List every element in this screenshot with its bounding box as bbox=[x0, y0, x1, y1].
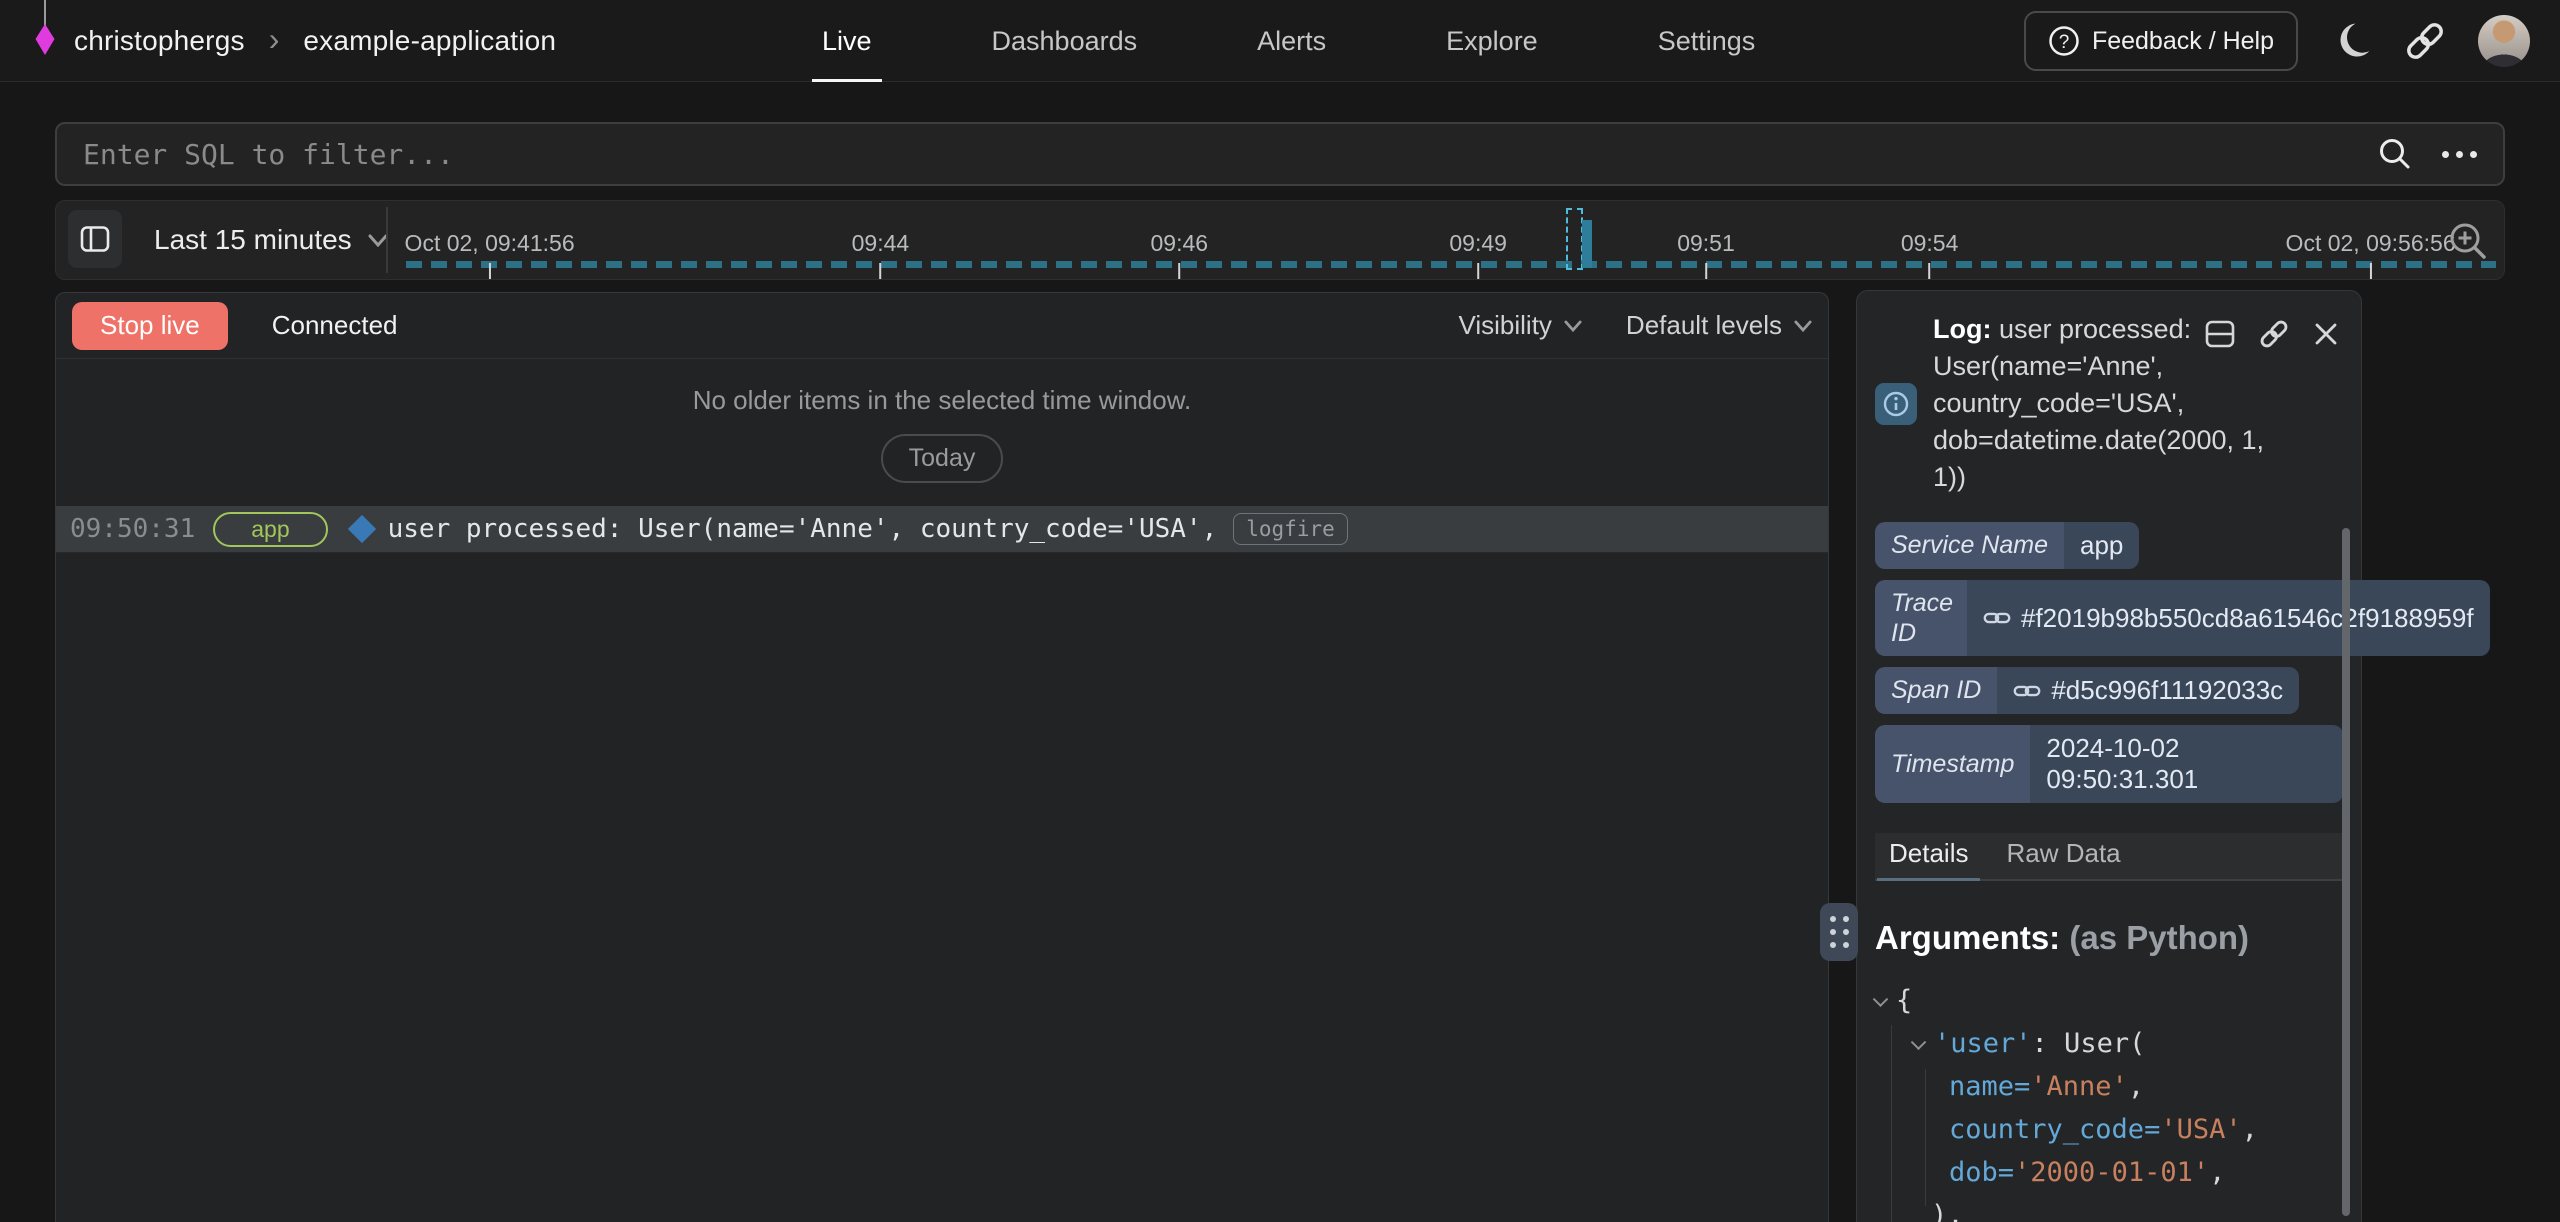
time-range-dropdown[interactable]: Last 15 minutes bbox=[154, 201, 388, 279]
arguments-heading: Arguments: (as Python) bbox=[1875, 919, 2343, 957]
sql-filter-bar bbox=[55, 122, 2505, 186]
breadcrumb-project[interactable]: example-application bbox=[303, 25, 556, 57]
detail-badges: Service Name app Trace ID #f2019b98b550c… bbox=[1875, 522, 2343, 803]
timeline-plot[interactable]: Oct 02, 09:41:56 09:44 09:46 09:49 09:51… bbox=[406, 201, 2496, 279]
link-icon[interactable] bbox=[1983, 608, 2011, 628]
header-actions: ? Feedback / Help bbox=[2024, 0, 2530, 82]
log-level-diamond-icon bbox=[347, 515, 375, 543]
panel-resize-handle[interactable] bbox=[1820, 903, 1858, 961]
arguments-code: { 'user': User( name='Anne', country_cod… bbox=[1875, 979, 2343, 1222]
timeline-tick: 09:44 bbox=[852, 230, 910, 279]
zoom-in-icon[interactable] bbox=[2446, 219, 2490, 263]
tab-dashboards[interactable]: Dashboards bbox=[982, 0, 1148, 82]
timeline-tick: 09:46 bbox=[1151, 230, 1209, 279]
sql-filter-input[interactable] bbox=[57, 138, 2376, 171]
timeline-tick: 09:49 bbox=[1449, 230, 1507, 279]
timestamp-badge: Timestamp 2024-10-02 09:50:31.301 bbox=[1875, 725, 2343, 803]
timeline-bar: Last 15 minutes Oct 02, 09:41:56 09:44 0… bbox=[55, 200, 2505, 280]
timeline-tick: 09:54 bbox=[1901, 230, 1959, 279]
empty-message: No older items in the selected time wind… bbox=[56, 385, 1828, 416]
service-tag-badge[interactable]: app bbox=[213, 512, 327, 547]
timeline-activity-spike[interactable] bbox=[1566, 206, 1600, 270]
log-timestamp: 09:50:31 bbox=[70, 514, 195, 544]
time-range-label: Last 15 minutes bbox=[154, 224, 352, 256]
question-circle-icon: ? bbox=[2048, 25, 2080, 57]
timeline-selection-box bbox=[1566, 208, 1583, 270]
empty-state: No older items in the selected time wind… bbox=[56, 359, 1828, 505]
share-link-icon[interactable] bbox=[2402, 18, 2448, 64]
log-row[interactable]: 09:50:31 app user processed: User(name='… bbox=[56, 505, 1828, 553]
open-split-view-icon[interactable] bbox=[2205, 320, 2235, 348]
timeline-tick: Oct 02, 09:41:56 bbox=[405, 230, 575, 279]
dark-mode-moon-icon[interactable] bbox=[2328, 19, 2372, 63]
stop-live-button[interactable]: Stop live bbox=[72, 302, 228, 350]
app-header: christophergs › example-application Live… bbox=[0, 0, 2560, 82]
link-icon[interactable] bbox=[2013, 681, 2041, 701]
today-button[interactable]: Today bbox=[881, 434, 1004, 483]
search-icon[interactable] bbox=[2376, 135, 2414, 173]
chevron-down-icon bbox=[1794, 320, 1812, 332]
detail-header: Log: user processed: User(name='Anne', c… bbox=[1857, 291, 2361, 496]
default-levels-dropdown[interactable]: Default levels bbox=[1626, 310, 1812, 341]
more-options-icon[interactable] bbox=[2442, 151, 2477, 158]
connection-status: Connected bbox=[272, 310, 398, 341]
visibility-dropdown[interactable]: Visibility bbox=[1458, 310, 1581, 341]
breadcrumb: christophergs › example-application bbox=[34, 0, 556, 82]
live-log-list: Stop live Connected Visibility Default l… bbox=[55, 292, 1829, 1222]
timeline-divider bbox=[386, 207, 388, 273]
tab-live[interactable]: Live bbox=[812, 0, 882, 82]
breadcrumb-separator: › bbox=[263, 21, 286, 58]
span-id-badge: Span ID #d5c996f11192033c bbox=[1875, 667, 2299, 714]
svg-text:?: ? bbox=[2059, 32, 2070, 53]
user-avatar[interactable] bbox=[2478, 15, 2530, 67]
feedback-help-button[interactable]: ? Feedback / Help bbox=[2024, 11, 2298, 71]
tab-explore[interactable]: Explore bbox=[1436, 0, 1548, 82]
breadcrumb-org[interactable]: christophergs bbox=[74, 25, 245, 57]
tab-alerts[interactable]: Alerts bbox=[1247, 0, 1336, 82]
service-name-badge: Service Name app bbox=[1875, 522, 2139, 569]
timeline-tick: 09:51 bbox=[1677, 230, 1735, 279]
collapse-caret-icon[interactable] bbox=[1911, 1034, 1927, 1050]
timeline-spike-bar bbox=[1582, 220, 1592, 268]
trace-id-badge: Trace ID #f2019b98b550cd8a61546c2f918895… bbox=[1875, 580, 2490, 656]
chevron-down-icon bbox=[368, 234, 388, 247]
detail-scrollbar[interactable] bbox=[2342, 528, 2350, 1216]
main-nav: Live Dashboards Alerts Explore Settings bbox=[812, 0, 1765, 82]
info-level-icon bbox=[1875, 383, 1917, 425]
permalink-icon[interactable] bbox=[2257, 317, 2291, 351]
timeline-tick: Oct 02, 09:56:56 bbox=[2286, 230, 2456, 279]
sidebar-toggle-button[interactable] bbox=[68, 210, 122, 268]
detail-tabs: Details Raw Data bbox=[1875, 833, 2343, 881]
live-controls-row: Stop live Connected Visibility Default l… bbox=[56, 293, 1828, 359]
scope-tag-badge[interactable]: logfire bbox=[1233, 513, 1348, 545]
tab-settings[interactable]: Settings bbox=[1648, 0, 1766, 82]
tab-raw-data[interactable]: Raw Data bbox=[2006, 838, 2120, 879]
tab-details[interactable]: Details bbox=[1889, 838, 1968, 879]
log-message: user processed: User(name='Anne', countr… bbox=[388, 514, 1218, 544]
chevron-down-icon bbox=[1564, 320, 1582, 332]
feedback-help-label: Feedback / Help bbox=[2092, 27, 2274, 56]
log-detail-panel: Log: user processed: User(name='Anne', c… bbox=[1856, 290, 2362, 1222]
collapse-caret-icon[interactable] bbox=[1873, 991, 1889, 1007]
close-icon[interactable] bbox=[2313, 321, 2339, 347]
logfire-logo-icon[interactable] bbox=[34, 0, 56, 58]
